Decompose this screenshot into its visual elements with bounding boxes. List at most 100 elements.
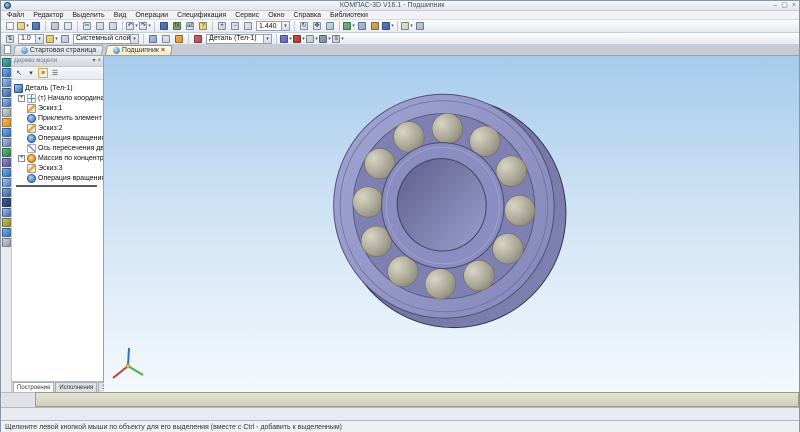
menu-item-window[interactable]: Окно xyxy=(268,12,284,19)
arrays-panel-icon[interactable] xyxy=(1,88,11,97)
snap-modes-button[interactable]: ▾ xyxy=(46,33,58,44)
hide-objects-button[interactable]: ▾ xyxy=(306,33,318,44)
display-wireframe-button[interactable] xyxy=(356,21,368,32)
spec-panel-icon[interactable] xyxy=(1,128,11,137)
local-cs-button[interactable] xyxy=(147,33,159,44)
what-is-this-help-button[interactable]: ? xyxy=(197,21,209,32)
tree-item-5[interactable]: Операция вращения:1 xyxy=(14,133,103,143)
menu-item-edit[interactable]: Редактор xyxy=(33,12,63,19)
line-width-combo[interactable]: 1.0 ▾ xyxy=(18,33,44,44)
display-shaded-button[interactable] xyxy=(369,21,381,32)
restore-button[interactable]: ▢ xyxy=(781,1,788,10)
close-panel-icon[interactable]: × xyxy=(97,56,101,66)
tree-select-tool[interactable]: ↖ xyxy=(14,68,24,78)
line-style-button[interactable]: ⇅ xyxy=(4,33,16,44)
menu-item-select[interactable]: Выделить xyxy=(72,12,104,19)
zoom-combo[interactable]: 1.440 ▾ xyxy=(256,21,290,31)
edit-sketch-button[interactable]: ▾ xyxy=(293,33,305,44)
redo-button[interactable]: ↷ ▾ xyxy=(139,21,151,32)
layer-combo[interactable]: Системный слой (0)▾ xyxy=(73,33,139,44)
pin-icon[interactable]: ▾ xyxy=(92,56,95,66)
print-preview-button[interactable] xyxy=(62,21,74,32)
tree-item-0[interactable]: Деталь (Тел-1) xyxy=(14,83,103,93)
expand-plus-icon[interactable]: + xyxy=(18,154,25,162)
macro-panel-icon[interactable] xyxy=(1,238,11,247)
chevron-down-icon[interactable]: ▾ xyxy=(281,22,289,30)
dimensions-panel-icon[interactable] xyxy=(1,198,11,207)
chevron-down-icon[interactable]: ▾ xyxy=(35,34,43,43)
space-curves-panel-icon[interactable] xyxy=(1,68,11,77)
tree-item-4[interactable]: Эскиз:2 xyxy=(14,123,103,133)
menu-item-libraries[interactable]: Библиотеки xyxy=(330,12,368,19)
paste-button[interactable] xyxy=(107,21,119,32)
chevron-down-icon[interactable]: ▾ xyxy=(263,34,271,43)
orientation-button[interactable]: ▾ xyxy=(343,21,355,32)
object-properties-button[interactable]: ▾ xyxy=(319,33,331,44)
notation-panel-icon[interactable] xyxy=(1,208,11,217)
tree-structure-tool[interactable]: ≡ xyxy=(38,68,48,78)
tree-item-9[interactable]: Операция вращения:2 xyxy=(14,173,103,183)
tree-item-1[interactable]: + (т) Начало координат xyxy=(14,93,103,103)
fx-button[interactable]: fx xyxy=(171,21,183,32)
tree-tab-construction[interactable]: Построение xyxy=(13,382,55,392)
tab-bearing-document[interactable]: Подшипник × xyxy=(105,45,174,55)
menu-item-operations[interactable]: Операции xyxy=(135,12,168,19)
surfaces-panel-icon[interactable] xyxy=(1,78,11,87)
save-button[interactable] xyxy=(30,21,42,32)
menu-item-file[interactable]: Файл xyxy=(7,12,24,19)
variables-window-button[interactable] xyxy=(158,21,170,32)
bearing-model[interactable] xyxy=(324,82,574,334)
refresh-image-button[interactable]: ↻ xyxy=(298,21,310,32)
tree-tab-versions[interactable]: Исполнения xyxy=(55,382,98,392)
model-color-button[interactable]: ▾ xyxy=(280,33,292,44)
tab-start-page[interactable]: Стартовая страница xyxy=(13,45,105,55)
menu-item-service[interactable]: Сервис xyxy=(235,12,259,19)
tree-item-6[interactable]: Ось пересечения двух пл xyxy=(14,143,103,153)
tree-item-7[interactable]: + Массив по концентрическ xyxy=(14,153,103,163)
chevron-down-icon[interactable]: ▾ xyxy=(130,34,138,43)
reports-panel-icon[interactable] xyxy=(1,138,11,147)
new-button[interactable] xyxy=(4,21,16,32)
zoom-area-button[interactable] xyxy=(242,21,254,32)
menu-item-specification[interactable]: Спецификация xyxy=(177,12,226,19)
tree-item-3[interactable]: Приклеить элемент вращ xyxy=(14,113,103,123)
print-button[interactable] xyxy=(49,21,61,32)
minimize-button[interactable]: – xyxy=(773,1,777,10)
cut-button[interactable]: ✂ xyxy=(81,21,93,32)
spellcheck-button[interactable]: ab xyxy=(184,21,196,32)
menu-item-view[interactable]: Вид xyxy=(114,12,127,19)
tree-dropdown-tool[interactable]: ▾ xyxy=(26,68,36,78)
tree-item-8[interactable]: Эскиз:3 xyxy=(14,163,103,173)
layers-manager-button[interactable] xyxy=(59,33,71,44)
sketch-mode-button[interactable] xyxy=(173,33,185,44)
zoom-out-button[interactable]: − xyxy=(229,21,241,32)
edit-part-button[interactable] xyxy=(160,33,172,44)
zoom-in-button[interactable]: + xyxy=(216,21,228,32)
kompas-apps-panel-icon[interactable] xyxy=(1,218,11,227)
3d-viewport[interactable] xyxy=(104,56,799,392)
pan-button[interactable]: ✥ xyxy=(311,21,323,32)
aux-geometry-panel-icon[interactable] xyxy=(1,98,11,107)
rotate-view-button[interactable] xyxy=(324,21,336,32)
undo-button[interactable]: ↶ ▾ xyxy=(126,21,138,32)
close-button[interactable]: × xyxy=(792,1,796,10)
design-elements-panel-icon[interactable] xyxy=(1,148,11,157)
mp-params-button[interactable]: ≡ ▾ xyxy=(332,33,344,44)
sheet-metal-panel-icon[interactable] xyxy=(1,158,11,167)
pen-button[interactable] xyxy=(192,33,204,44)
close-tab-icon[interactable]: × xyxy=(161,47,165,55)
diagnostics-panel-icon[interactable] xyxy=(1,188,11,197)
copy-button[interactable] xyxy=(94,21,106,32)
components-panel-icon[interactable] xyxy=(1,168,11,177)
open-button[interactable]: ▾ xyxy=(17,21,29,32)
edit-part-panel-icon[interactable] xyxy=(1,58,11,67)
menu-item-help[interactable]: Справка xyxy=(294,12,321,19)
expand-plus-icon[interactable]: + xyxy=(18,94,25,102)
simplifications-button[interactable] xyxy=(414,21,426,32)
selection-panel-icon[interactable] xyxy=(1,228,11,237)
constraints-panel-icon[interactable] xyxy=(1,178,11,187)
property-bar[interactable] xyxy=(35,392,799,407)
tree-composition-tool[interactable]: ☰ xyxy=(50,68,60,78)
target-part-combo[interactable]: Деталь (Тел-1) ▾ xyxy=(206,33,272,44)
tree-item-2[interactable]: Эскиз:1 xyxy=(14,103,103,113)
